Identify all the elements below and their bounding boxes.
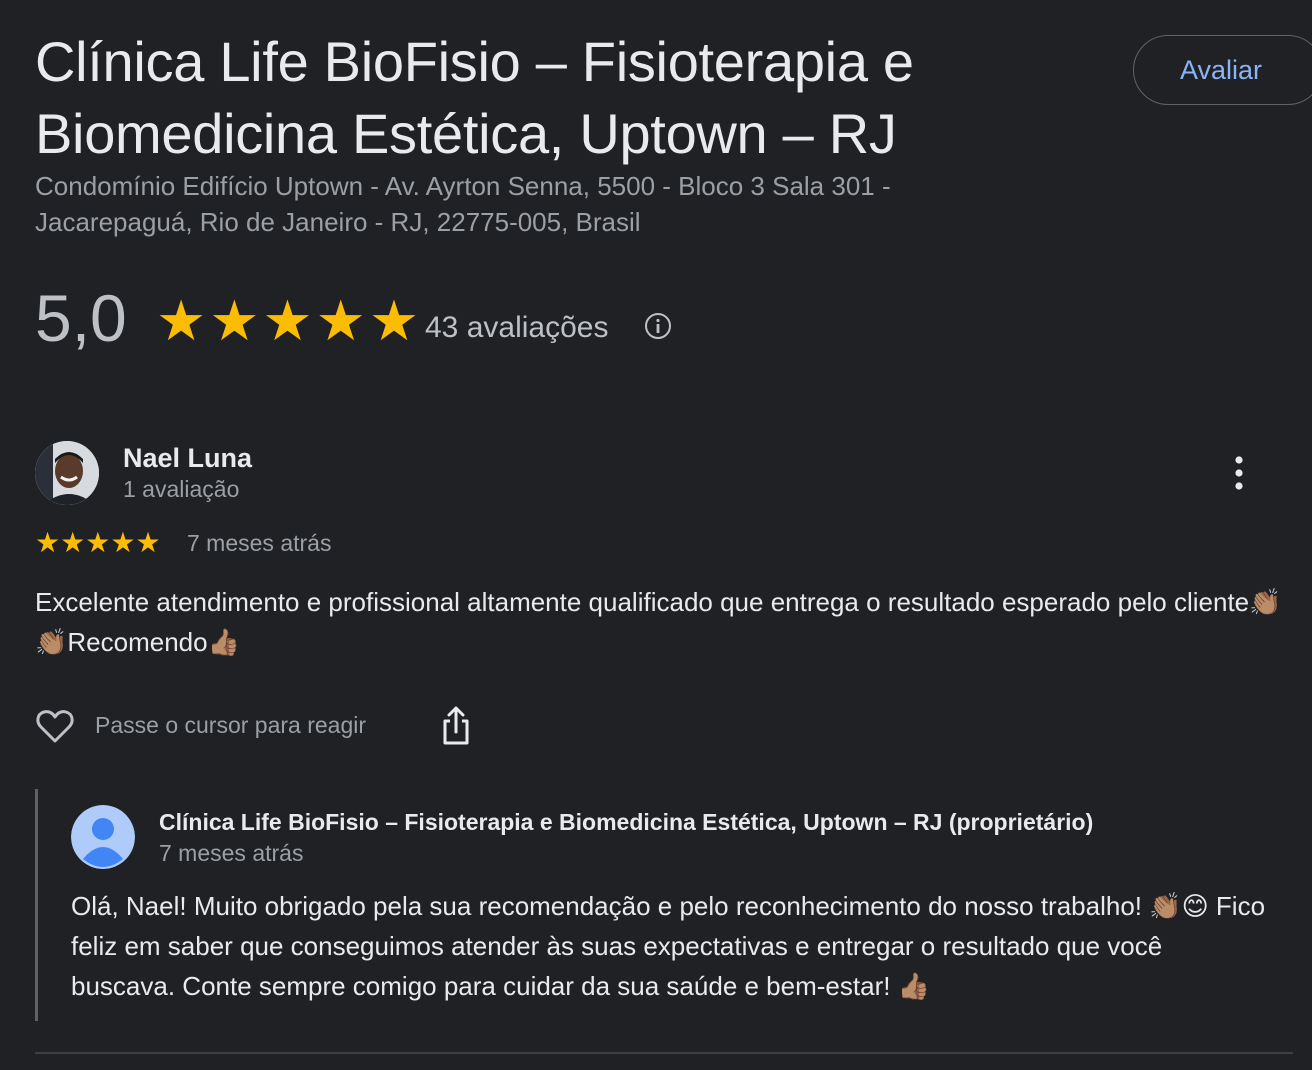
review-text: Excelente atendimento e profissional alt… — [35, 587, 1282, 657]
average-score: 5,0 — [35, 281, 127, 355]
review-time: 7 meses atrás — [187, 530, 332, 556]
person-photo-icon — [35, 441, 99, 505]
default-avatar-icon — [71, 805, 135, 869]
reply-time: 7 meses atrás — [159, 840, 304, 866]
star-icon: ★ — [368, 289, 420, 352]
reviewer-name[interactable]: Nael Luna — [123, 441, 252, 475]
star-icon: ★ — [85, 527, 111, 558]
share-icon[interactable] — [440, 704, 472, 746]
star-icon: ★ — [110, 527, 136, 558]
review-page: Clínica Life BioFisio – Fisioterapia e B… — [0, 0, 1312, 1070]
more-options-icon[interactable] — [1226, 454, 1252, 492]
star-icon: ★ — [262, 289, 313, 352]
heart-icon[interactable] — [35, 706, 75, 746]
star-icon: ★ — [60, 527, 86, 558]
review-count[interactable]: 43 avaliações — [425, 308, 608, 348]
info-icon[interactable] — [644, 312, 672, 340]
star-icon: ★ — [315, 289, 366, 352]
reviewer-avatar[interactable] — [35, 441, 99, 505]
owner-name: Clínica Life BioFisio – Fisioterapia e B… — [159, 809, 1094, 835]
business-title: Clínica Life BioFisio – Fisioterapia e B… — [35, 30, 914, 165]
review-stars: ★ ★ ★ ★ ★ — [35, 528, 161, 558]
business-address: Condomínio Edifício Uptown - Av. Ayrton … — [35, 171, 891, 237]
rate-button[interactable]: Avaliar — [1133, 35, 1312, 105]
star-icon: ★ — [135, 527, 161, 558]
reply-text: Olá, Nael! Muito obrigado pela sua recom… — [71, 891, 1266, 1001]
star-icon: ★ — [156, 289, 207, 352]
react-label: Passe o cursor para reagir — [95, 712, 367, 738]
owner-avatar — [71, 805, 135, 869]
divider — [35, 1052, 1293, 1054]
star-icon: ★ — [209, 289, 260, 352]
star-icon: ★ — [35, 527, 61, 558]
average-stars: ★ ★ ★ ★ ★ — [156, 293, 422, 349]
reviewer-review-count: 1 avaliação — [123, 476, 240, 502]
